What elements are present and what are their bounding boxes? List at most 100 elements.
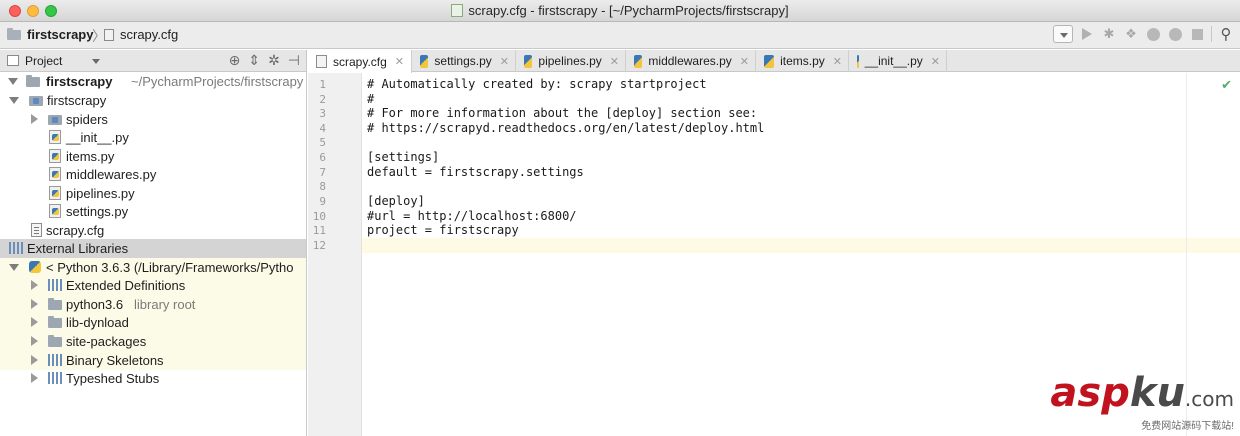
gear-icon[interactable]: ✲ bbox=[268, 52, 280, 69]
python-file-icon bbox=[49, 186, 61, 200]
tree-item-label: scrapy.cfg bbox=[46, 223, 105, 238]
tab-settings-py[interactable]: settings.py ✕ bbox=[412, 50, 516, 72]
code-line: [settings] bbox=[367, 150, 440, 164]
line-number: 3 bbox=[319, 107, 326, 120]
stop-icon[interactable] bbox=[1189, 26, 1205, 42]
search-icon[interactable]: ⚲ bbox=[1218, 26, 1234, 43]
watermark: aspku.com 免费网站源码下载站! bbox=[1050, 373, 1234, 432]
chevron-right-icon[interactable] bbox=[31, 280, 38, 290]
chevron-down-icon[interactable] bbox=[9, 264, 19, 271]
tree-item-label: items.py bbox=[66, 149, 115, 164]
line-number: 8 bbox=[319, 180, 326, 193]
line-number: 2 bbox=[319, 93, 326, 106]
tree-item-external-libraries[interactable]: External Libraries bbox=[0, 239, 306, 258]
breadcrumb-project[interactable]: firstscrapy bbox=[7, 27, 93, 42]
tree-item-typeshed-stubs[interactable]: Typeshed Stubs bbox=[0, 369, 306, 388]
code-line: # Automatically created by: scrapy start… bbox=[367, 77, 707, 91]
chevron-right-icon[interactable] bbox=[31, 336, 38, 346]
tree-item-pipelines[interactable]: pipelines.py bbox=[0, 184, 306, 203]
project-view-selector[interactable]: Project bbox=[25, 54, 62, 68]
python-file-icon bbox=[49, 167, 61, 181]
tree-item-settings[interactable]: settings.py bbox=[0, 202, 306, 221]
chevron-down-icon[interactable] bbox=[92, 59, 100, 64]
close-icon[interactable]: ✕ bbox=[740, 55, 749, 68]
tree-item-site-packages[interactable]: site-packages bbox=[0, 332, 306, 351]
tree-item-path: ~/PycharmProjects/firstscrapy bbox=[131, 74, 304, 89]
title-bar: scrapy.cfg - firstscrapy - [~/PycharmPro… bbox=[0, 0, 1240, 22]
chevron-right-icon[interactable] bbox=[31, 373, 38, 383]
line-number: 10 bbox=[312, 210, 326, 223]
package-icon bbox=[48, 115, 62, 125]
tree-item-root[interactable]: firstscrapy ~/PycharmProjects/firstscrap… bbox=[0, 72, 306, 91]
tree-item-extended-definitions[interactable]: Extended Definitions bbox=[0, 276, 306, 295]
project-panel-header: Project ⊕ ⇕ ✲ ⊣ bbox=[0, 50, 307, 72]
navigation-bar: firstscrapy 〉 scrapy.cfg ✱ ❖ ⚲ bbox=[0, 22, 1240, 49]
chevron-right-icon[interactable] bbox=[31, 114, 38, 124]
tab-middlewares-py[interactable]: middlewares.py ✕ bbox=[626, 50, 756, 72]
chevron-right-icon[interactable] bbox=[31, 355, 38, 365]
tree-item-spiders[interactable]: spiders bbox=[0, 110, 306, 129]
window-title: scrapy.cfg - firstscrapy - [~/PycharmPro… bbox=[0, 3, 1240, 18]
tree-item-items[interactable]: items.py bbox=[0, 147, 306, 166]
library-icon bbox=[48, 372, 62, 384]
current-line-highlight bbox=[362, 238, 1240, 253]
run-configuration-dropdown[interactable] bbox=[1053, 25, 1073, 43]
tree-item-python36[interactable]: python3.6 library root bbox=[0, 295, 306, 314]
close-icon[interactable]: ✕ bbox=[833, 55, 842, 68]
hide-panel-icon[interactable]: ⊣ bbox=[288, 52, 300, 69]
coverage-icon[interactable]: ❖ bbox=[1123, 26, 1139, 42]
line-number: 4 bbox=[319, 122, 326, 135]
tree-item-label: Binary Skeletons bbox=[66, 353, 164, 368]
tree-item-python-sdk[interactable]: < Python 3.6.3 (/Library/Frameworks/Pyth… bbox=[0, 258, 306, 277]
watermark-logo: aspku.com bbox=[1050, 370, 1234, 416]
run-icon[interactable] bbox=[1079, 26, 1095, 42]
tree-item-label: __init__.py bbox=[66, 130, 129, 145]
tab-scrapy-cfg[interactable]: scrapy.cfg ✕ bbox=[308, 50, 412, 73]
watermark-subtitle: 免费网站源码下载站! bbox=[1141, 421, 1234, 432]
run-toolbar: ✱ ❖ ⚲ bbox=[1053, 25, 1234, 43]
close-icon[interactable]: ✕ bbox=[395, 55, 404, 68]
tree-item-label: settings.py bbox=[66, 204, 129, 219]
close-icon[interactable]: ✕ bbox=[931, 55, 940, 68]
tree-item-middlewares[interactable]: middlewares.py bbox=[0, 165, 306, 184]
collapse-all-icon[interactable]: ⇕ bbox=[248, 52, 260, 69]
folder-icon bbox=[26, 75, 40, 87]
line-number: 11 bbox=[312, 224, 326, 237]
locate-target-icon[interactable]: ⊕ bbox=[229, 52, 241, 69]
tree-item-label: Typeshed Stubs bbox=[66, 371, 160, 386]
line-number-gutter: 1 2 3 4 5 6 7 8 9 10 11 12 bbox=[308, 73, 362, 436]
chevron-right-icon[interactable] bbox=[31, 299, 38, 309]
python-file-icon bbox=[764, 54, 775, 68]
tab-label: __init__.py bbox=[864, 54, 923, 68]
tree-item-init[interactable]: __init__.py bbox=[0, 128, 306, 147]
python-file-icon bbox=[49, 149, 61, 163]
tree-item-scrapy-cfg[interactable]: scrapy.cfg bbox=[0, 221, 306, 240]
chevron-right-icon[interactable] bbox=[31, 317, 38, 327]
tab-items-py[interactable]: items.py ✕ bbox=[756, 50, 849, 72]
python-file-icon bbox=[420, 54, 429, 68]
debug-icon[interactable]: ✱ bbox=[1101, 26, 1117, 42]
tab-init-py[interactable]: __init__.py ✕ bbox=[849, 50, 947, 72]
line-number: 6 bbox=[319, 151, 326, 164]
tree-item-lib-dynload[interactable]: lib-dynload bbox=[0, 313, 306, 332]
line-number: 9 bbox=[319, 195, 326, 208]
tree-item-package[interactable]: firstscrapy bbox=[0, 91, 306, 110]
concurrency-icon[interactable] bbox=[1167, 26, 1183, 42]
close-icon[interactable]: ✕ bbox=[500, 55, 509, 68]
profile-icon[interactable] bbox=[1145, 26, 1161, 42]
chevron-down-icon[interactable] bbox=[8, 78, 18, 85]
code-line: [deploy] bbox=[367, 194, 425, 208]
tab-label: items.py bbox=[780, 54, 825, 68]
line-number: 5 bbox=[319, 136, 326, 149]
close-icon[interactable]: ✕ bbox=[610, 55, 619, 68]
breadcrumb-file[interactable]: scrapy.cfg bbox=[104, 27, 178, 42]
tree-item-binary-skeletons[interactable]: Binary Skeletons bbox=[0, 351, 306, 370]
line-number: 1 bbox=[319, 78, 326, 91]
tree-item-label: < Python 3.6.3 (/Library/Frameworks/Pyth… bbox=[46, 260, 294, 275]
cfg-file-icon bbox=[31, 223, 42, 237]
folder-icon bbox=[48, 298, 62, 310]
tab-pipelines-py[interactable]: pipelines.py ✕ bbox=[516, 50, 626, 72]
chevron-down-icon[interactable] bbox=[9, 97, 19, 104]
folder-icon bbox=[48, 316, 62, 328]
tree-item-hint: library root bbox=[134, 297, 196, 312]
